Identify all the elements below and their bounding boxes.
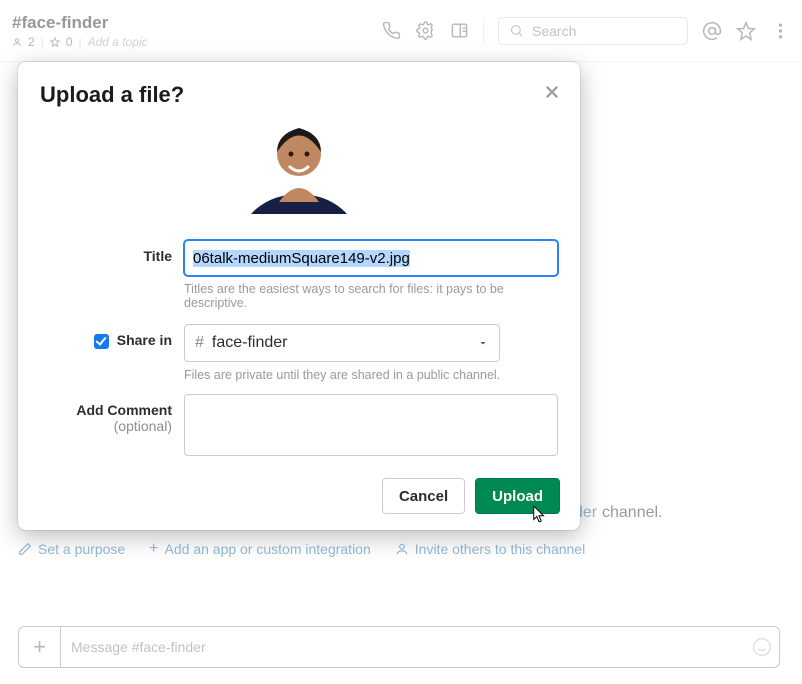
comment-label-text: Add Comment: [76, 402, 172, 418]
share-help: Files are private until they are shared …: [184, 368, 558, 382]
comment-sublabel: (optional): [40, 418, 172, 434]
share-channel-select[interactable]: # face-finder: [184, 324, 500, 362]
close-icon[interactable]: [540, 80, 564, 104]
modal-title: Upload a file?: [40, 82, 558, 108]
share-label: Share in: [117, 332, 172, 348]
hash-icon: #: [195, 334, 204, 352]
title-label: Title: [40, 240, 184, 310]
title-input[interactable]: [184, 240, 558, 276]
share-checkbox[interactable]: [94, 334, 109, 349]
share-channel-value: face-finder: [212, 334, 288, 352]
cancel-button[interactable]: Cancel: [382, 478, 465, 514]
comment-label: Add Comment (optional): [40, 394, 184, 461]
caret-down-icon: [477, 337, 489, 349]
modal-footer: Cancel Upload: [382, 478, 560, 514]
share-row: Share in # face-finder Files are private…: [40, 324, 558, 382]
upload-button[interactable]: Upload: [475, 478, 560, 514]
comment-textarea[interactable]: [184, 394, 558, 456]
file-preview: [40, 114, 558, 226]
title-row: Title Titles are the easiest ways to sea…: [40, 240, 558, 310]
comment-row: Add Comment (optional): [40, 394, 558, 461]
upload-file-modal: Upload a file? Title Titles are the easi…: [18, 62, 580, 530]
title-help: Titles are the easiest ways to search fo…: [184, 282, 558, 310]
